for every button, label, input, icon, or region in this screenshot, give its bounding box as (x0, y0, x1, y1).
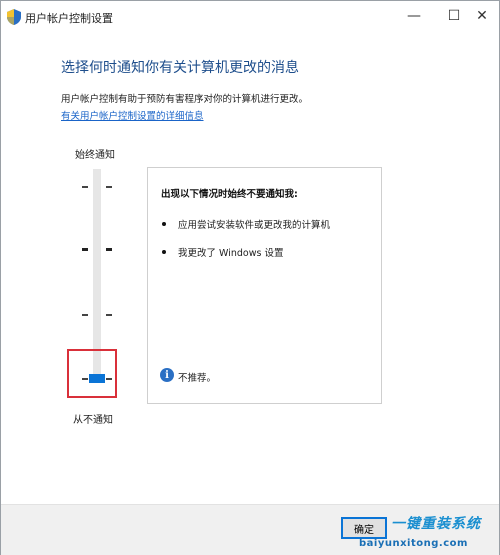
slider-tick (82, 314, 88, 316)
page-heading: 选择何时通知你有关计算机更改的消息 (61, 60, 299, 76)
bullet-icon (162, 222, 166, 226)
minimize-button[interactable]: — (397, 1, 431, 31)
bullet-icon (162, 250, 166, 254)
bullet-item: 我更改了 Windows 设置 (178, 248, 284, 259)
slider-bottom-label: 从不通知 (73, 415, 113, 426)
bullet-item: 应用尝试安装软件或更改我的计算机 (178, 220, 331, 231)
info-icon: i (160, 368, 174, 382)
title-bar: 用户帐户控制设置 — ☐ ✕ (1, 1, 499, 33)
more-info-link[interactable]: 有关用户帐户控制设置的详细信息 (61, 108, 204, 122)
slider-tick (82, 248, 88, 251)
slider-tick (106, 186, 112, 188)
description-text: 用户帐户控制有助于预防有害程序对你的计算机进行更改。 (61, 94, 309, 105)
info-text: 不推荐。 (178, 373, 217, 384)
uac-settings-window: 用户帐户控制设置 — ☐ ✕ 选择何时通知你有关计算机更改的消息 用户帐户控制有… (0, 0, 500, 555)
window-title: 用户帐户控制设置 (25, 12, 113, 25)
panel-title: 出现以下情况时始终不要通知我: (161, 189, 298, 200)
slider-top-label: 始终通知 (75, 150, 115, 161)
ok-button[interactable]: 确定 (341, 517, 387, 539)
close-button[interactable]: ✕ (465, 1, 499, 31)
highlight-box (67, 349, 117, 398)
shield-icon (7, 9, 21, 25)
description-panel: 出现以下情况时始终不要通知我: 应用尝试安装软件或更改我的计算机 我更改了 Wi… (147, 167, 382, 404)
watermark-url: baiyunxitong.com (359, 538, 468, 549)
slider-tick (82, 186, 88, 188)
slider-tick (106, 314, 112, 316)
watermark-text: 一键重装系统 (391, 516, 481, 532)
slider-tick (106, 248, 112, 251)
